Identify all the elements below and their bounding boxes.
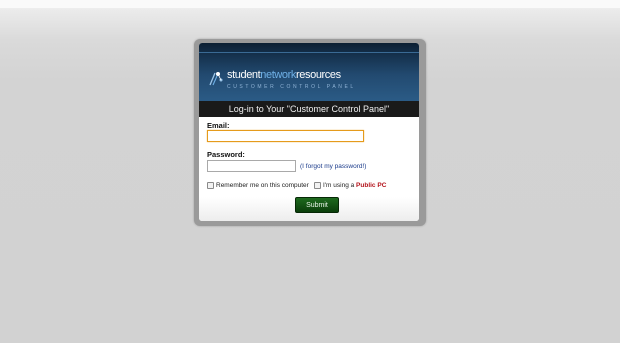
- login-form: Email: Password: (I forgot my password!)…: [199, 117, 419, 221]
- password-label: Password:: [207, 150, 245, 159]
- email-label: Email:: [207, 121, 230, 130]
- remember-me-label: Remember me on this computer: [216, 182, 309, 189]
- public-pc-checkbox[interactable]: [314, 182, 321, 189]
- remember-me-checkbox[interactable]: [207, 182, 214, 189]
- login-panel: studentnetworkresources CUSTOMER CONTROL…: [199, 43, 419, 221]
- forgot-password-link[interactable]: (I forgot my password!): [300, 163, 366, 170]
- banner-divider: [199, 52, 419, 53]
- brand-logo-text: studentnetworkresources: [227, 69, 341, 81]
- brand-banner: studentnetworkresources CUSTOMER CONTROL…: [199, 43, 419, 101]
- logo-text-resources: resources: [296, 69, 341, 81]
- logo-text-student: student: [227, 69, 261, 81]
- public-pc-prefix: I'm using a: [323, 182, 357, 189]
- password-field[interactable]: [207, 160, 296, 172]
- login-panel-frame: studentnetworkresources CUSTOMER CONTROL…: [194, 39, 426, 226]
- logo-text-network: network: [260, 69, 297, 81]
- public-pc-label: I'm using a Public PC: [323, 182, 386, 189]
- top-band: [0, 0, 620, 8]
- public-pc-highlight: Public PC: [356, 182, 387, 189]
- network-logo-icon: [209, 72, 223, 86]
- login-heading: Log-in to Your "Customer Control Panel": [199, 101, 419, 117]
- email-field[interactable]: [207, 130, 364, 142]
- brand-subtitle: CUSTOMER CONTROL PANEL: [227, 84, 356, 90]
- submit-button[interactable]: Submit: [295, 197, 339, 213]
